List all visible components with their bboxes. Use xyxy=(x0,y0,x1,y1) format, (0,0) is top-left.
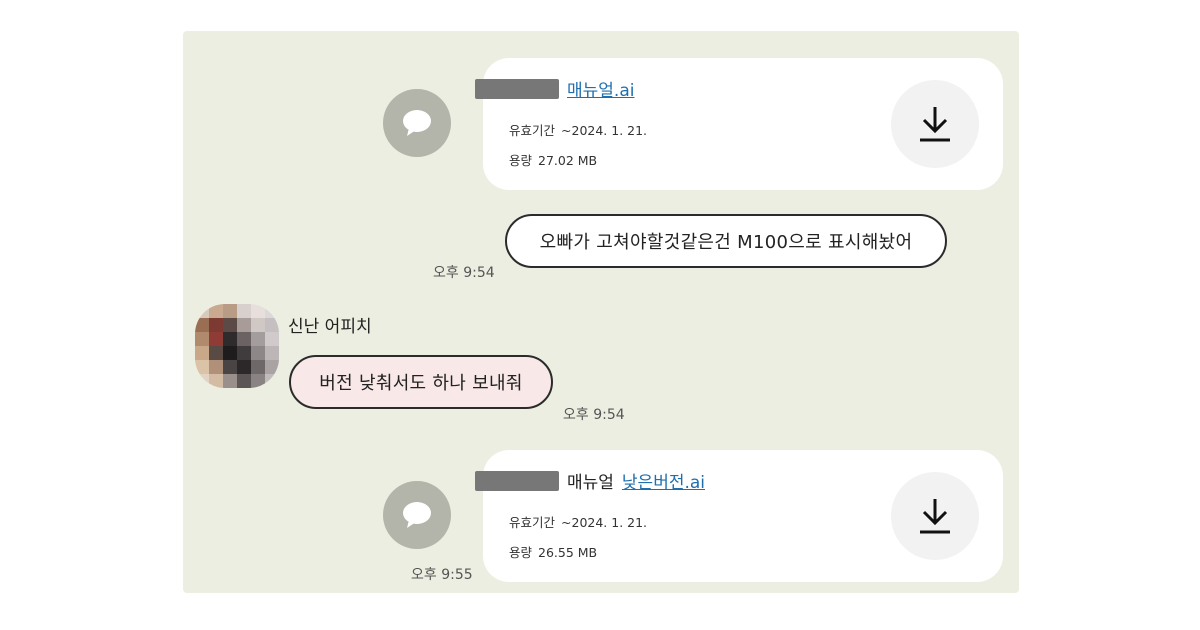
file-size: 용량 27.02 MB xyxy=(509,150,597,169)
message-time: 오후 9:55 xyxy=(411,567,473,583)
message-time: 오후 9:54 xyxy=(433,265,495,281)
chat-area: 매뉴얼.ai 유효기간 ~2024. 1. 21. 용량 27.02 MB 오후 9… xyxy=(183,31,1019,593)
expiry-value: ~2024. 1. 21. xyxy=(561,515,648,530)
redacted-text xyxy=(475,470,559,491)
outgoing-message-bubble: 오빠가 고쳐야할것같은건 M100으로 표시해놨어 xyxy=(505,214,947,268)
speech-bubble-icon xyxy=(403,110,431,136)
size-label: 용량 xyxy=(509,545,533,560)
share-button[interactable] xyxy=(383,481,451,549)
download-button[interactable] xyxy=(891,80,979,168)
download-button[interactable] xyxy=(891,472,979,560)
file-link[interactable]: 매뉴얼.ai xyxy=(567,76,634,101)
download-icon xyxy=(920,499,950,534)
speech-bubble-icon xyxy=(403,502,431,528)
file-expiry: 유효기간 ~2024. 1. 21. xyxy=(509,512,647,531)
expiry-value: ~2024. 1. 21. xyxy=(561,123,648,138)
file-size: 용량 26.55 MB xyxy=(509,542,597,561)
file-card[interactable]: 매뉴얼.ai 유효기간 ~2024. 1. 21. 용량 27.02 MB xyxy=(475,58,1003,190)
file-link[interactable]: 낮은버전.ai xyxy=(622,468,705,493)
file-name-prefix: 매뉴얼 xyxy=(567,473,614,493)
expiry-label: 유효기간 xyxy=(509,515,556,530)
download-icon xyxy=(920,107,950,142)
size-label: 용량 xyxy=(509,153,533,168)
sender-name: 신난 어피치 xyxy=(288,317,372,337)
message-time: 오후 9:54 xyxy=(563,407,625,423)
expiry-label: 유효기간 xyxy=(509,123,556,138)
file-expiry: 유효기간 ~2024. 1. 21. xyxy=(509,120,647,139)
file-title: 매뉴얼.ai xyxy=(475,76,634,101)
avatar xyxy=(195,304,279,388)
redacted-text xyxy=(475,78,559,99)
size-value: 27.02 MB xyxy=(538,153,598,168)
share-button[interactable] xyxy=(383,89,451,157)
file-card[interactable]: 매뉴얼 낮은버전.ai 유효기간 ~2024. 1. 21. 용량 26.55 MB xyxy=(475,450,1003,582)
size-value: 26.55 MB xyxy=(538,545,598,560)
incoming-message-bubble: 버전 낮춰서도 하나 보내줘 xyxy=(289,355,553,409)
file-title: 매뉴얼 낮은버전.ai xyxy=(475,468,705,493)
